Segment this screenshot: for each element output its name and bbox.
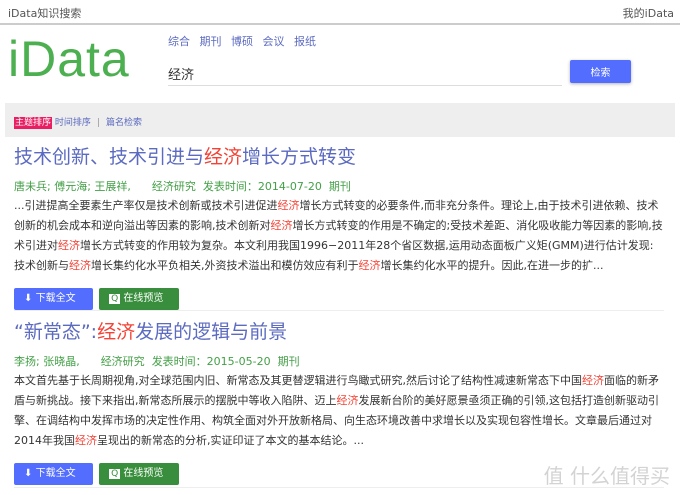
text-segment: ...引进提高全要素生产率仅是技术创新或技术引进促进 bbox=[14, 199, 278, 212]
sort-by-topic[interactable]: 主题排序 bbox=[14, 117, 53, 129]
text-segment: 呈现出的新常态的分析,实证印证了本文的基本结论。... bbox=[97, 434, 364, 447]
nav-journal[interactable]: 期刊 bbox=[200, 35, 222, 48]
publish-date: 发表时间：2015-05-20 bbox=[151, 355, 271, 368]
app-title: iData知识搜索 bbox=[8, 7, 82, 20]
watermark: 值 什么值得买 bbox=[543, 464, 670, 488]
search-input[interactable] bbox=[168, 62, 562, 86]
journal[interactable]: 经济研究 bbox=[152, 180, 196, 193]
sort-bar: 主题排序 时间排序 | 篇名检索 bbox=[5, 103, 675, 137]
download-button[interactable]: ⬇ 下载全文 bbox=[14, 463, 93, 485]
publish-date: 发表时间：2014-07-20 bbox=[202, 180, 322, 193]
keyword-highlight: 经济 bbox=[582, 374, 604, 387]
keyword-highlight: 经济 bbox=[270, 219, 293, 232]
logo[interactable]: iData bbox=[8, 30, 130, 88]
result-item: “新常态”:经济发展的逻辑与前景 李扬; 张晓晶, 经济研究 发表时间：2015… bbox=[14, 317, 664, 485]
my-account-link[interactable]: 我的iData bbox=[623, 5, 674, 21]
search-icon: Q bbox=[109, 294, 121, 304]
download-icon: ⬇ bbox=[24, 468, 33, 479]
preview-button[interactable]: Q 在线预览 bbox=[99, 463, 180, 485]
result-title[interactable]: 技术创新、技术引进与经济增长方式转变 bbox=[14, 142, 664, 169]
preview-button[interactable]: Q 在线预览 bbox=[99, 288, 180, 310]
separator: | bbox=[96, 118, 100, 128]
keyword-highlight: 经济 bbox=[277, 199, 300, 212]
result-meta: 唐未兵; 傅元海; 王展祥, 经济研究 发表时间：2014-07-20 期刊 bbox=[14, 178, 664, 194]
result-abstract: 本文首先基于长周期视角,对全球范围内旧、新常态及其更替逻辑进行鸟瞰式研究,然后讨… bbox=[14, 371, 664, 451]
authors[interactable]: 李扬; 张晓晶, bbox=[14, 355, 80, 368]
download-icon: ⬇ bbox=[24, 293, 33, 304]
text-segment: 增长集约化水平的提升。因此,在进一步的扩... bbox=[380, 259, 604, 272]
journal[interactable]: 经济研究 bbox=[101, 355, 145, 368]
keyword-highlight: 经济 bbox=[336, 394, 359, 407]
text-segment: 本文首先基于长周期视角,对全球范围内旧、新常态及其更替逻辑进行鸟瞰式研究,然后讨… bbox=[14, 374, 582, 387]
keyword-highlight: 经济 bbox=[69, 259, 91, 272]
doc-type: 期刊 bbox=[277, 355, 300, 368]
keyword-highlight: 经济 bbox=[58, 239, 80, 252]
doc-type: 期刊 bbox=[328, 180, 351, 193]
result-meta: 李扬; 张晓晶, 经济研究 发表时间：2015-05-20 期刊 bbox=[14, 353, 664, 369]
keyword-highlight: 经济 bbox=[358, 259, 381, 272]
text-segment: “新常态”: bbox=[14, 321, 98, 343]
top-bar: iData知识搜索 我的iData bbox=[0, 0, 680, 25]
category-nav: 综合 期刊 博硕 会议 报纸 bbox=[168, 33, 322, 49]
result-abstract: ...引进提高全要素生产率仅是技术创新或技术引进促进经济增长方式转变的必要条件,… bbox=[14, 196, 664, 276]
nav-conference[interactable]: 会议 bbox=[263, 35, 285, 48]
search-button[interactable]: 检索 bbox=[570, 60, 631, 83]
nav-all[interactable]: 综合 bbox=[168, 35, 190, 48]
text-segment: 技术创新、技术引进与 bbox=[14, 146, 205, 168]
text-segment: 增长方式转变 bbox=[242, 146, 357, 168]
keyword-highlight: 经济 bbox=[204, 146, 243, 168]
download-button[interactable]: ⬇ 下载全文 bbox=[14, 288, 93, 310]
authors[interactable]: 唐未兵; 傅元海; 王展祥, bbox=[14, 180, 131, 193]
divider bbox=[14, 310, 664, 311]
keyword-highlight: 经济 bbox=[75, 434, 97, 447]
result-item: 技术创新、技术引进与经济增长方式转变 唐未兵; 傅元海; 王展祥, 经济研究 发… bbox=[14, 142, 664, 310]
title-search[interactable]: 篇名检索 bbox=[106, 118, 142, 128]
text-segment: 发展的逻辑与前景 bbox=[135, 321, 288, 343]
keyword-highlight: 经济 bbox=[97, 321, 136, 343]
search-icon: Q bbox=[109, 469, 121, 479]
nav-thesis[interactable]: 博硕 bbox=[231, 35, 253, 48]
text-segment: 增长集约化水平负相关,外资技术溢出和模仿效应有利于 bbox=[91, 259, 359, 272]
sort-by-time[interactable]: 时间排序 bbox=[55, 118, 91, 128]
result-title[interactable]: “新常态”:经济发展的逻辑与前景 bbox=[14, 317, 664, 344]
nav-newspaper[interactable]: 报纸 bbox=[294, 35, 316, 48]
